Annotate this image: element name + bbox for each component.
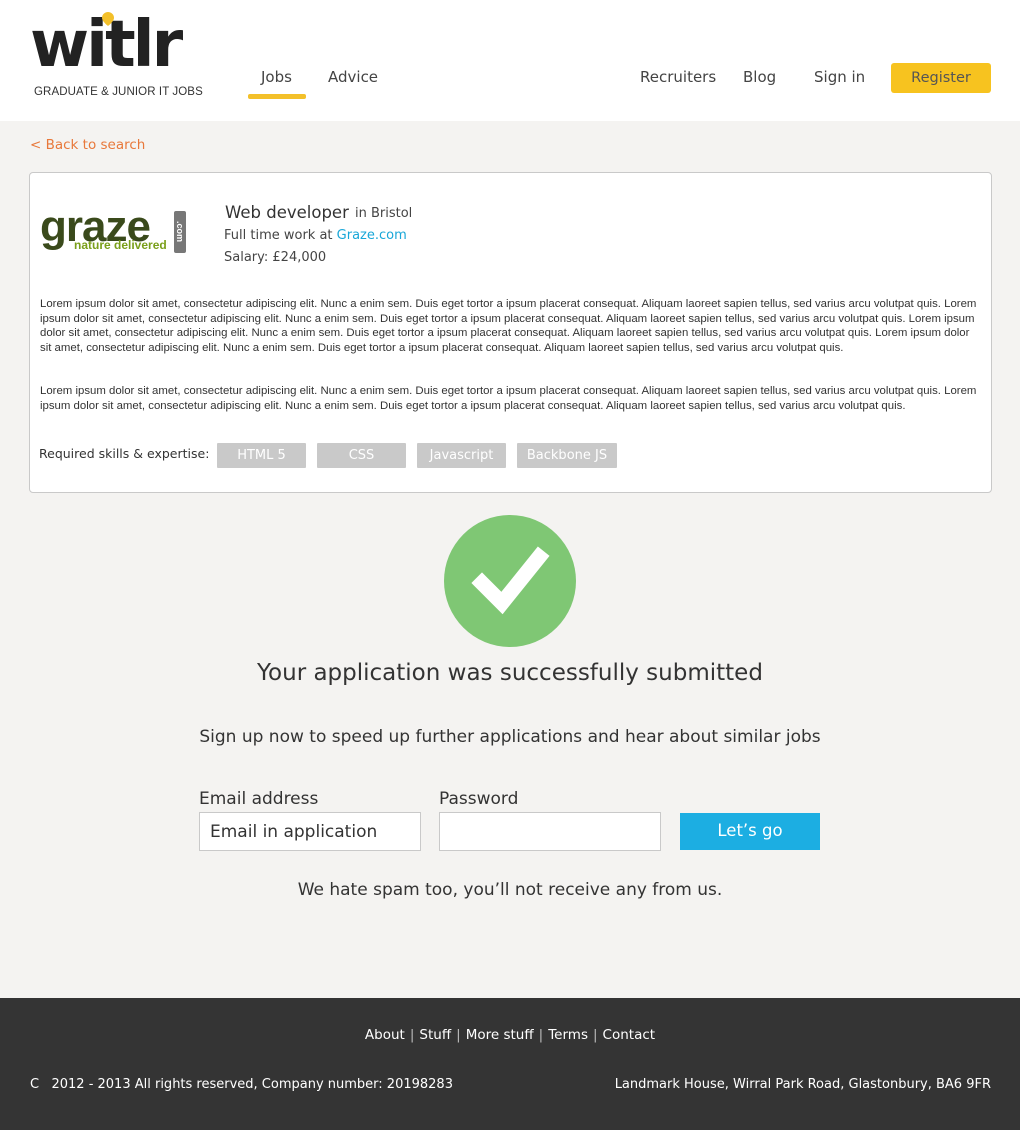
site-header: witlr GRADUATE & JUNIOR IT JOBS Jobs Adv… [0,0,1020,121]
signup-prompt: Sign up now to speed up further applicat… [199,727,821,747]
job-location: in Bristol [355,206,413,221]
skills-label: Required skills & expertise: [39,446,210,461]
site-footer: About | Stuff | More stuff | Terms | Contact C 2… [0,998,1020,1130]
logo-pin-icon [102,12,114,26]
footer-links: About | Stuff | More stuff | Terms | Contact [0,1027,1020,1043]
company-address: Landmark House, Wirral Park Road, Glasto… [614,1077,991,1092]
skill-tag: CSS [317,443,406,468]
spam-note: We hate spam too, you’ll not receive any… [297,880,723,900]
job-type: Full time work at Graze.com [224,228,407,243]
nav-recruiters[interactable]: Recruiters [640,68,716,86]
footer-link-terms[interactable]: Terms [548,1027,588,1043]
job-card: graze nature delivered .com Web develope… [29,172,992,493]
skill-tag: Backbone JS [517,443,617,468]
skill-tag: HTML 5 [217,443,306,468]
company-link[interactable]: Graze.com [337,228,407,243]
logo-tagline: GRADUATE & JUNIOR IT JOBS [34,86,203,98]
footer-link-contact[interactable]: Contact [603,1027,656,1043]
success-badge [444,515,576,647]
company-logo-tagline: nature delivered [74,238,167,252]
skill-tag: Javascript [417,443,506,468]
company-logo: graze nature delivered .com [40,203,190,259]
job-description-paragraph: Lorem ipsum dolor sit amet, consectetur … [40,385,977,412]
success-message: Your application was successfully submit… [257,660,763,686]
email-field[interactable] [199,812,421,851]
company-logo-suffix: .com [174,211,186,253]
footer-link-stuff[interactable]: Stuff [419,1027,451,1043]
nav-advice[interactable]: Advice [328,68,378,86]
check-icon [471,546,550,615]
witlr-logo[interactable]: witlr GRADUATE & JUNIOR IT JOBS [30,8,210,108]
job-type-prefix: Full time work at [224,228,333,243]
lets-go-button[interactable]: Let’s go [680,813,820,850]
back-to-search-link[interactable]: < Back to search [30,137,145,153]
job-description-paragraph: Lorem ipsum dolor sit amet, consectetur … [40,298,977,354]
email-label: Email address [199,789,319,809]
copyright-text: C 2012 - 2013 All rights reserved, Compa… [30,1077,453,1092]
footer-link-about[interactable]: About [365,1027,405,1043]
footer-separator: | [456,1027,461,1043]
nav-blog[interactable]: Blog [743,68,776,86]
footer-separator: | [538,1027,544,1043]
password-field[interactable] [439,812,661,851]
nav-active-indicator [248,94,306,99]
job-title: Web developer [225,203,349,222]
footer-link-more-stuff[interactable]: More stuff [466,1027,534,1043]
footer-separator: | [409,1027,415,1043]
nav-jobs[interactable]: Jobs [261,68,292,86]
password-label: Password [439,789,519,809]
register-button[interactable]: Register [891,63,991,93]
job-salary: Salary: £24,000 [224,250,327,265]
nav-sign-in[interactable]: Sign in [814,68,865,86]
footer-separator: | [592,1027,598,1043]
